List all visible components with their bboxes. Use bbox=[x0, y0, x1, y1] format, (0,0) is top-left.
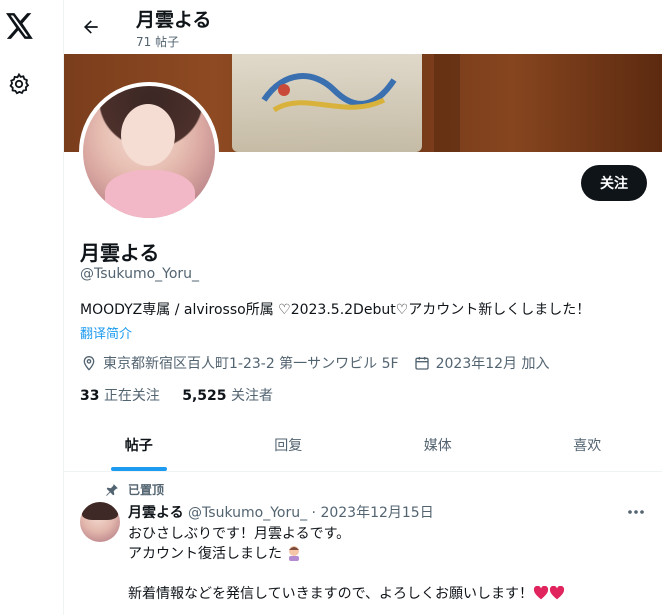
profile-avatar[interactable] bbox=[79, 82, 219, 222]
more-options-icon[interactable] bbox=[624, 502, 648, 522]
tab-likes[interactable]: 喜欢 bbox=[513, 418, 662, 471]
gear-icon[interactable] bbox=[4, 69, 34, 99]
calendar-icon bbox=[413, 354, 431, 372]
avatar-face bbox=[121, 104, 175, 166]
translate-bio-link[interactable]: 翻译简介 bbox=[80, 323, 132, 342]
profile-meta: 東京都新宿区百人町1-23-2 第一サンワビル 5F 2023年12月 加入 bbox=[80, 352, 550, 374]
post-line-with-emoji: アカウント復活しました bbox=[128, 544, 565, 564]
banner-dragon-drawing bbox=[261, 73, 397, 113]
profile-location: 東京都新宿区百人町1-23-2 第一サンワビル 5F bbox=[103, 356, 399, 372]
follow-button[interactable]: 关注 bbox=[581, 165, 647, 201]
post-author-name[interactable]: 月雲よる bbox=[128, 505, 184, 521]
pin-icon bbox=[104, 482, 120, 498]
page-title: 月雲よる bbox=[136, 9, 212, 31]
profile-name: 月雲よる bbox=[80, 241, 160, 265]
left-nav bbox=[0, 0, 64, 615]
following-link[interactable]: 33 正在关注 bbox=[80, 388, 160, 404]
tab-media[interactable]: 媒体 bbox=[363, 418, 513, 471]
pinned-indicator: 已置顶 bbox=[104, 481, 164, 498]
profile-tabs: 帖子 回复 媒体 喜欢 bbox=[64, 418, 662, 472]
arrow-left-icon bbox=[84, 20, 98, 34]
red-heart-icon bbox=[533, 586, 549, 600]
post-separator: · bbox=[311, 505, 316, 521]
post-author-handle[interactable]: @Tsukumo_Yoru_ bbox=[188, 505, 307, 521]
location-icon bbox=[80, 354, 98, 372]
tab-replies[interactable]: 回复 bbox=[214, 418, 364, 471]
post-body: おひさしぶりです！月雲よるです。 アカウント復活しました 新着情報などを発信して… bbox=[128, 524, 565, 604]
red-heart-icon bbox=[549, 586, 565, 600]
tab-posts[interactable]: 帖子 bbox=[64, 418, 214, 471]
post-date[interactable]: 2023年12月15日 bbox=[320, 505, 433, 521]
x-logo-icon[interactable] bbox=[4, 10, 36, 42]
banner-stick bbox=[434, 54, 460, 152]
post-header: 月雲よる @Tsukumo_Yoru_ · 2023年12月15日 bbox=[128, 502, 434, 522]
back-button[interactable] bbox=[76, 12, 106, 42]
profile-bio: MOODYZ専属 / alvirosso所属 ♡2023.5.2Debut♡アカ… bbox=[80, 302, 591, 318]
person-tipping-hand-emoji-icon bbox=[289, 546, 300, 561]
post-count: 71 帖子 bbox=[136, 35, 180, 49]
avatar-clothing bbox=[105, 170, 195, 218]
post-author-avatar[interactable] bbox=[80, 502, 120, 542]
followers-link[interactable]: 5,525 关注者 bbox=[182, 388, 273, 404]
profile-header-bar: 月雲よる 71 帖子 bbox=[64, 0, 662, 54]
profile-handle: @Tsukumo_Yoru_ bbox=[80, 266, 200, 282]
post-line-with-hearts: 新着情報などを発信していきますので、よろしくお願いします！ bbox=[128, 584, 565, 604]
post-line-empty bbox=[128, 564, 565, 584]
post-avatar-hair bbox=[82, 502, 118, 520]
profile-stats: 33 正在关注 5,525 关注者 bbox=[80, 385, 273, 405]
post-line: おひさしぶりです！月雲よるです。 bbox=[128, 526, 351, 542]
active-tab-indicator bbox=[110, 467, 167, 471]
profile-joined: 2023年12月 加入 bbox=[435, 356, 550, 372]
